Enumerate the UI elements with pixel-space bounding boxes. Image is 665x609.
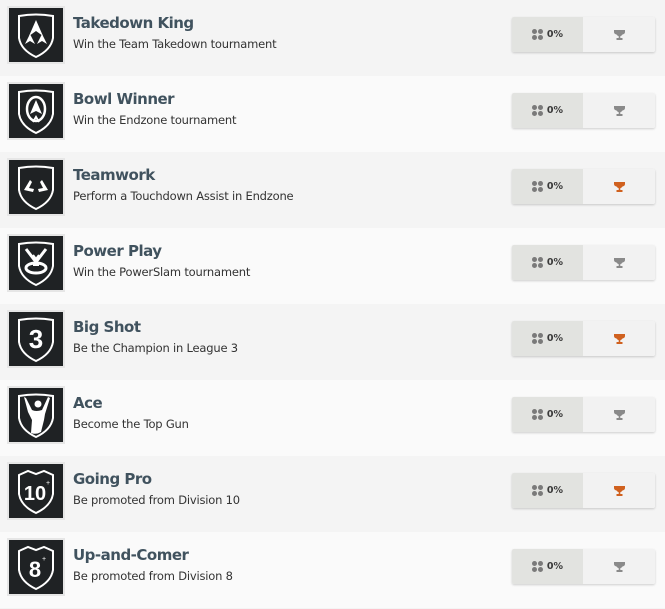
- svg-text:10: 10: [24, 483, 46, 505]
- achievement-badge: [7, 158, 65, 216]
- achievement-title: Takedown King: [73, 14, 194, 32]
- trophy-cell[interactable]: [583, 245, 655, 280]
- trophy-cell[interactable]: [583, 17, 655, 52]
- horns-shield-icon: [18, 165, 54, 211]
- achievement-row: Bowl Winner Win the Endzone tournament 0…: [0, 76, 665, 152]
- progress-cell[interactable]: 0%: [512, 245, 583, 280]
- achievement-stats[interactable]: 0%: [512, 93, 655, 128]
- grid-dots-icon: [531, 181, 543, 192]
- trophy-cell[interactable]: [583, 321, 655, 356]
- grid-dots-icon: [531, 257, 543, 268]
- progress-cell[interactable]: 0%: [512, 321, 583, 356]
- grid-dots-icon: [531, 409, 543, 420]
- achievement-row: Takedown King Win the Team Takedown tour…: [0, 0, 665, 76]
- division-8-shield-icon: 8 +: [18, 545, 54, 591]
- achievement-row: Power Play Win the PowerSlam tournament …: [0, 228, 665, 304]
- trophy-icon: [613, 333, 625, 344]
- grid-dots-icon: [531, 105, 543, 116]
- progress-percent: 0%: [546, 29, 564, 40]
- achievement-description: Win the Team Takedown tournament: [73, 37, 277, 51]
- achievement-description: Win the Endzone tournament: [73, 113, 237, 127]
- achievement-description: Be promoted from Division 10: [73, 493, 240, 507]
- progress-percent: 0%: [546, 257, 564, 268]
- achievement-stats[interactable]: 0%: [512, 245, 655, 280]
- trophy-cell[interactable]: [583, 169, 655, 204]
- progress-percent: 0%: [546, 105, 564, 116]
- achievement-stats[interactable]: 0%: [512, 473, 655, 508]
- achievement-title: Bowl Winner: [73, 90, 175, 108]
- achievement-stats[interactable]: 0%: [512, 321, 655, 356]
- achievement-stats[interactable]: 0%: [512, 397, 655, 432]
- achievement-badge: [7, 82, 65, 140]
- trophy-cell[interactable]: [583, 397, 655, 432]
- triple-arrow-shield-icon: [18, 13, 54, 59]
- trophy-icon: [613, 409, 625, 420]
- division-10-shield-icon: 10 +: [18, 469, 54, 515]
- trophy-cell[interactable]: [583, 473, 655, 508]
- grid-dots-icon: [531, 333, 543, 344]
- achievement-title: Teamwork: [73, 166, 155, 184]
- grid-dots-icon: [531, 29, 543, 40]
- achievement-title: Going Pro: [73, 470, 152, 488]
- trophy-icon: [613, 485, 625, 496]
- achievement-row: Ace Become the Top Gun 0%: [0, 380, 665, 456]
- achievement-stats[interactable]: 0%: [512, 549, 655, 584]
- achievement-stats[interactable]: 0%: [512, 17, 655, 52]
- trophy-icon: [613, 181, 625, 192]
- grid-dots-icon: [531, 485, 543, 496]
- progress-cell[interactable]: 0%: [512, 549, 583, 584]
- achievement-description: Be the Champion in League 3: [73, 341, 238, 355]
- trophy-cell[interactable]: [583, 93, 655, 128]
- achievement-badge: [7, 386, 65, 444]
- number-3-shield-icon: 3: [18, 317, 54, 363]
- progress-cell[interactable]: 0%: [512, 17, 583, 52]
- achievement-description: Be promoted from Division 8: [73, 569, 233, 583]
- progress-cell[interactable]: 0%: [512, 473, 583, 508]
- progress-cell[interactable]: 0%: [512, 169, 583, 204]
- achievement-description: Perform a Touchdown Assist in Endzone: [73, 189, 294, 203]
- victory-figure-shield-icon: [18, 393, 54, 439]
- trophy-icon: [613, 29, 625, 40]
- progress-cell[interactable]: 0%: [512, 93, 583, 128]
- progress-percent: 0%: [546, 409, 564, 420]
- svg-text:+: +: [46, 480, 50, 487]
- achievement-badge: 8 +: [7, 538, 65, 596]
- achievement-title: Big Shot: [73, 318, 141, 336]
- progress-percent: 0%: [546, 485, 564, 496]
- svg-text:3: 3: [29, 324, 43, 354]
- progress-percent: 0%: [546, 333, 564, 344]
- achievement-title: Power Play: [73, 242, 162, 260]
- achievement-description: Become the Top Gun: [73, 417, 189, 431]
- achievement-badge: [7, 6, 65, 64]
- trophy-icon: [613, 257, 625, 268]
- grid-dots-icon: [531, 561, 543, 572]
- achievement-row: 8 + Up-and-Comer Be promoted from Divisi…: [0, 532, 665, 608]
- achievement-badge: 10 +: [7, 462, 65, 520]
- progress-percent: 0%: [546, 181, 564, 192]
- achievement-title: Up-and-Comer: [73, 546, 189, 564]
- trophy-icon: [613, 105, 625, 116]
- achievement-stats[interactable]: 0%: [512, 169, 655, 204]
- achievement-description: Win the PowerSlam tournament: [73, 265, 251, 279]
- trophy-icon: [613, 561, 625, 572]
- bowl-arrow-shield-icon: [18, 89, 54, 135]
- svg-text:+: +: [42, 556, 46, 563]
- progress-percent: 0%: [546, 561, 564, 572]
- achievement-badge: [7, 234, 65, 292]
- achievement-row: Teamwork Perform a Touchdown Assist in E…: [0, 152, 665, 228]
- progress-cell[interactable]: 0%: [512, 397, 583, 432]
- trophy-cell[interactable]: [583, 549, 655, 584]
- achievement-badge: 3: [7, 310, 65, 368]
- svg-text:8: 8: [29, 557, 41, 582]
- achievement-row: 10 + Going Pro Be promoted from Division…: [0, 456, 665, 532]
- powerslam-shield-icon: [18, 241, 54, 287]
- achievement-title: Ace: [73, 394, 103, 412]
- achievement-list: Takedown King Win the Team Takedown tour…: [0, 0, 665, 608]
- achievement-row: 3 Big Shot Be the Champion in League 3 0…: [0, 304, 665, 380]
